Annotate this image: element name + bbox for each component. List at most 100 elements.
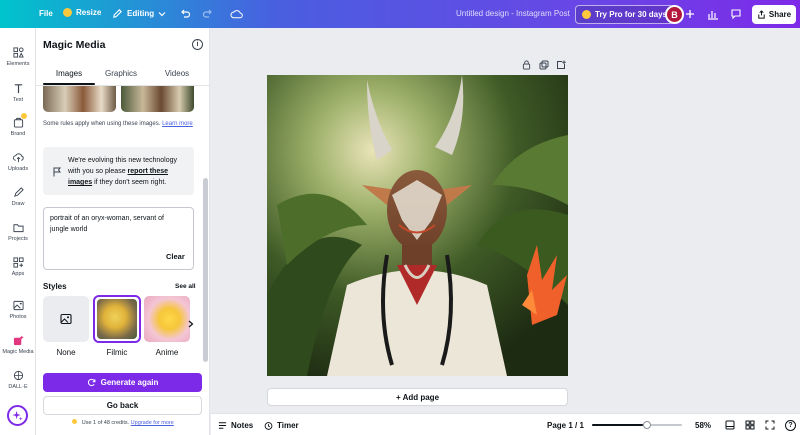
rail-label: DALL·E — [8, 384, 28, 390]
chevron-down-icon — [158, 11, 166, 16]
grid-view-icon[interactable] — [725, 420, 735, 432]
file-menu[interactable]: File — [39, 9, 53, 18]
text-icon — [14, 84, 22, 94]
canvas-stage: + Add page — [211, 28, 800, 413]
lock-icon[interactable] — [522, 60, 531, 72]
help-icon[interactable]: ? — [785, 420, 796, 431]
clear-button[interactable]: Clear — [166, 252, 185, 261]
fullscreen-icon[interactable] — [765, 420, 775, 432]
editing-mode-dropdown[interactable]: Editing — [112, 8, 166, 19]
rail-item-brand[interactable]: Brand — [0, 117, 36, 137]
photo-icon — [12, 300, 24, 311]
side-rail: Elements Text Brand Uploads Draw Project… — [0, 28, 36, 435]
image-placeholder-icon — [60, 313, 72, 325]
pages-view-icon[interactable] — [745, 420, 755, 432]
rail-label: Draw — [11, 201, 25, 207]
share-icon — [758, 10, 765, 19]
share-label: Share — [768, 10, 792, 19]
learn-more-link[interactable]: Learn more — [162, 121, 193, 127]
comment-icon[interactable] — [729, 7, 743, 21]
upload-icon — [12, 153, 24, 163]
rail-item-elements[interactable]: Elements — [0, 47, 36, 67]
resize-label: Resize — [76, 8, 102, 17]
insights-icon[interactable] — [706, 7, 720, 21]
rail-label: Uploads — [7, 166, 29, 172]
rules-text: Some rules apply when using these images… — [43, 120, 193, 129]
upgrade-link[interactable]: Upgrade for more — [131, 420, 174, 426]
magic-media-icon — [13, 335, 24, 346]
file-label: File — [39, 9, 53, 18]
timer-icon — [264, 422, 273, 430]
share-button[interactable]: Share — [752, 5, 796, 24]
notes-label: Notes — [231, 421, 254, 430]
rail-item-apps[interactable]: Apps — [0, 257, 36, 277]
add-page-button[interactable]: + Add page — [267, 388, 568, 406]
design-page[interactable] — [267, 75, 568, 376]
premium-badge-icon — [21, 113, 27, 119]
rail-item-dalle[interactable]: DALL·E — [0, 370, 36, 390]
prompt-textarea[interactable]: portrait of an oryx-woman, servant of ju… — [43, 207, 194, 270]
go-back-label: Go back — [106, 401, 139, 410]
cloud-save-icon[interactable] — [229, 7, 243, 21]
magic-assistant-button[interactable] — [7, 405, 28, 426]
flag-icon — [53, 167, 61, 177]
top-toolbar: File Resize Editing Untitled design - In… — [0, 0, 800, 28]
elements-icon — [12, 47, 24, 58]
panel-title: Magic Media — [43, 39, 106, 51]
zoom-slider[interactable] — [592, 421, 682, 429]
generate-again-label: Generate again — [100, 378, 159, 387]
plus-icon[interactable] — [683, 7, 697, 21]
styles-heading: Styles — [43, 282, 67, 291]
sparkle-icon — [12, 410, 23, 421]
rail-label: Text — [12, 97, 24, 103]
panel-scrollbar[interactable] — [203, 178, 208, 362]
style-option-filmic[interactable] — [93, 295, 141, 343]
magic-media-panel: Magic Media i Images Graphics Videos Som… — [36, 28, 210, 435]
credits-text: Use 1 of 48 credits. Upgrade for more — [36, 419, 209, 426]
rail-item-photos[interactable]: Photos — [0, 300, 36, 320]
rail-item-text[interactable]: Text — [0, 83, 36, 103]
rail-item-magic-media[interactable]: Magic Media — [0, 335, 36, 355]
try-pro-button[interactable]: Try Pro for 30 days — [575, 5, 675, 24]
avatar[interactable]: B — [665, 5, 684, 24]
tab-videos[interactable]: Videos — [151, 69, 203, 78]
rail-item-draw[interactable]: Draw — [0, 187, 36, 207]
tab-images[interactable]: Images — [43, 69, 95, 78]
tab-graphics[interactable]: Graphics — [95, 69, 147, 78]
refresh-icon — [87, 378, 96, 387]
timer-button[interactable]: Timer — [264, 421, 299, 430]
folder-icon — [12, 224, 24, 233]
zoom-value[interactable]: 58% — [695, 421, 711, 430]
generated-image-thumbnail[interactable] — [43, 86, 116, 112]
rail-label: Elements — [6, 61, 30, 67]
rail-label: Apps — [11, 271, 25, 277]
undo-icon[interactable] — [178, 7, 192, 21]
add-page-label: + Add page — [395, 392, 440, 402]
rail-label: Brand — [10, 131, 26, 137]
generated-portrait-image — [267, 75, 568, 376]
style-option-anime[interactable] — [144, 296, 190, 342]
rail-item-uploads[interactable]: Uploads — [0, 152, 36, 172]
generate-again-button[interactable]: Generate again — [43, 373, 202, 392]
redo-icon[interactable] — [201, 7, 215, 21]
see-all-link[interactable]: See all — [175, 283, 196, 290]
tab-label: Images — [55, 69, 83, 78]
info-icon[interactable]: i — [192, 39, 203, 50]
tab-label: Graphics — [104, 69, 137, 78]
chevron-right-icon[interactable] — [188, 320, 194, 330]
add-page-icon[interactable] — [556, 60, 566, 72]
page-indicator[interactable]: Page 1 / 1 — [547, 421, 584, 430]
style-option-none[interactable] — [43, 296, 89, 342]
pencil-icon — [113, 9, 122, 18]
notes-button[interactable]: Notes — [218, 421, 253, 430]
resize-button[interactable]: Resize — [63, 8, 101, 17]
duplicate-icon[interactable] — [539, 60, 549, 72]
zoom-slider-thumb[interactable] — [643, 421, 652, 429]
rail-item-projects[interactable]: Projects — [0, 222, 36, 242]
design-title[interactable]: Untitled design - Instagram Post — [456, 9, 570, 18]
zoom-slider-fill — [592, 424, 644, 426]
notice-text: We're evolving this new technology with … — [68, 155, 188, 188]
go-back-button[interactable]: Go back — [43, 396, 202, 415]
generated-image-thumbnail[interactable] — [121, 86, 194, 112]
crown-icon — [63, 8, 72, 17]
